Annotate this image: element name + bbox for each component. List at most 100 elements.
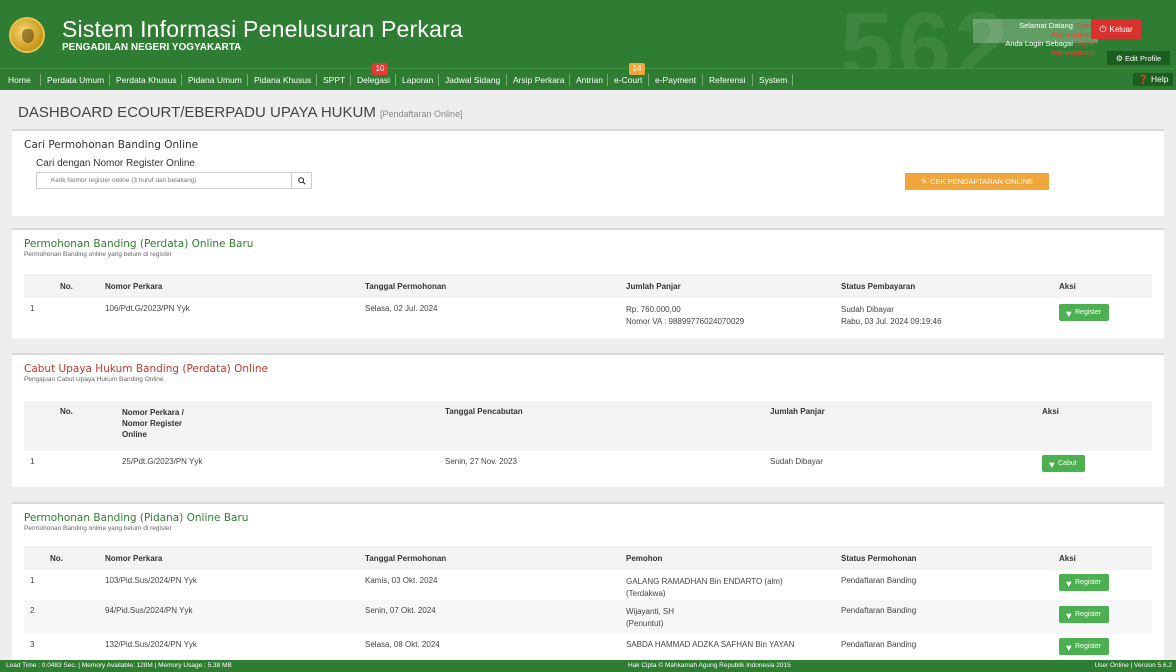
edit-profile-button[interactable]: ⚙ Edit Profile <box>1107 51 1170 65</box>
nav-item-arsip-perkara[interactable]: Arsip Perkara <box>509 69 569 91</box>
nav-item-antrian[interactable]: Antrian <box>572 69 607 91</box>
nav-item-home[interactable]: Home <box>4 69 35 91</box>
column-header: Tanggal Permohonan <box>357 546 618 570</box>
welcome-label: Selamat Datang <box>1019 21 1073 30</box>
help-label: Help <box>1150 74 1169 84</box>
app-title: Sistem Informasi Penelusuran Perkara <box>62 16 463 42</box>
row-number: 2 <box>24 600 97 634</box>
nav-item-laporan[interactable]: Laporan <box>398 69 437 91</box>
column-header: No. <box>24 274 97 298</box>
status-footer: Load Time : 0.0483 Sec. | Memory Availab… <box>0 660 1176 672</box>
column-header: Nomor Perkara <box>97 274 357 298</box>
register-button[interactable]: Register <box>1059 574 1110 591</box>
footer-version: User Online | Version 5.6.2 <box>1094 662 1172 669</box>
footer-copyright: Hak Cipta © Mahkamah Agung Republik Indo… <box>628 662 791 669</box>
send-icon <box>1065 610 1074 619</box>
register-search-input[interactable] <box>36 172 292 189</box>
page-title: DASHBOARD ECOURT/EBERPADU UPAYA HUKUM [P… <box>18 104 463 121</box>
action-cell: Register <box>1051 570 1152 600</box>
power-icon: ⏻ <box>1099 23 1107 34</box>
column-header: No. <box>24 401 114 451</box>
nav-item-perdata-khusus[interactable]: Perdata Khusus <box>112 69 180 91</box>
nav-divider <box>40 74 41 86</box>
logout-button[interactable]: ⏻ Keluar <box>1091 19 1141 39</box>
table-header-row: No. Nomor Perkara / Nomor Register Onlin… <box>24 401 1152 451</box>
table-row: 1 103/Pid.Sus/2024/PN Yyk Kamis, 03 Okt.… <box>24 570 1152 600</box>
cabut-button[interactable]: Cabut <box>1042 455 1085 472</box>
nav-divider <box>247 74 248 86</box>
nav-item-jadwal-sidang[interactable]: Jadwal Sidang <box>441 69 504 91</box>
table-header-row: No. Nomor Perkara Tanggal Permohonan Jum… <box>24 274 1152 298</box>
cabut-panel-subheading: Pengajuan Cabut Upaya Hukum Banding Onli… <box>24 376 164 383</box>
cabut-banding-panel: Cabut Upaya Hukum Banding (Perdata) Onli… <box>12 353 1164 487</box>
app-header: 562 Sistem Informasi Penelusuran Perkara… <box>0 0 1176 68</box>
perdata-banding-panel: Permohonan Banding (Perdata) Online Baru… <box>12 228 1164 339</box>
search-button[interactable] <box>292 172 312 189</box>
panjar-status: Sudah Dibayar <box>770 457 823 466</box>
page-title-tag: [Pendaftaran Online] <box>380 109 463 119</box>
case-number: 94/Pid.Sus/2024/PN Yyk <box>97 600 357 634</box>
cek-pendaftaran-label: CEK PENDAFTARAN ONLINE <box>930 177 1034 186</box>
nav-divider <box>395 74 396 86</box>
logout-label: Keluar <box>1109 24 1133 34</box>
row-number: 1 <box>30 304 35 313</box>
register-label: Register <box>1075 309 1102 316</box>
edit-profile-label: Edit Profile <box>1124 53 1162 63</box>
case-number: 25/Pdt.G/2023/PN Yyk <box>122 457 203 466</box>
register-button[interactable]: Register <box>1059 638 1110 655</box>
column-header-line: Nomor Perkara / <box>122 408 184 417</box>
case-number: 103/Pid.Sus/2024/PN Yyk <box>105 576 197 585</box>
nav-divider <box>181 74 182 86</box>
row-number: 1 <box>30 457 35 466</box>
payment-status: Sudah Dibayar <box>841 305 894 314</box>
send-icon <box>1065 578 1074 587</box>
nav-item-perdata-umum[interactable]: Perdata Umum <box>43 69 108 91</box>
column-header-line: Nomor Register <box>122 419 183 428</box>
column-header: Nomor Perkara <box>97 546 357 570</box>
applicant-role: (Penuntut) <box>626 619 664 628</box>
nav-item-pidana-khusus[interactable]: Pidana Khusus <box>250 69 315 91</box>
nav-divider <box>792 74 793 86</box>
column-header: Aksi <box>1051 274 1152 298</box>
applicant-cell: Wijayanti, SH (Penuntut) <box>618 600 833 634</box>
perdata-panel-subheading: Permohonan Banding online yang belum di … <box>24 251 172 258</box>
applicant-cell: GALANG RAMADHAN Bin ENDARTO (alm) (Terda… <box>618 570 833 600</box>
cabut-banding-table: No. Nomor Perkara / Nomor Register Onlin… <box>24 401 1152 481</box>
action-cell: Cabut <box>1034 451 1152 481</box>
nav-item-sppt[interactable]: SPPT <box>319 69 349 91</box>
table-row: 1 25/Pdt.G/2023/PN Yyk Senin, 27 Nov. 20… <box>24 451 1152 481</box>
edit-icon: ✎ <box>920 177 928 186</box>
column-header: Status Pembayaran <box>833 274 1051 298</box>
search-icon <box>297 176 306 185</box>
nav-item-delegasi[interactable]: Delegasi 10 <box>353 63 394 91</box>
nav-item-pidana-umum[interactable]: Pidana Umum <box>184 69 246 91</box>
panjar-cell: Rp. 760.000,00 Nomor VA : 98899776024070… <box>618 298 833 334</box>
nav-divider <box>607 74 608 86</box>
court-name: PENGADILAN NEGERI YOGYAKARTA <box>62 42 242 53</box>
request-date: Selasa, 02 Jul. 2024 <box>365 304 438 313</box>
register-button[interactable]: Register <box>1059 304 1110 321</box>
cabut-label: Cabut <box>1058 460 1077 467</box>
nav-item-epayment[interactable]: e-Payment <box>651 69 700 91</box>
cek-pendaftaran-button[interactable]: ✎ CEK PENDAFTARAN ONLINE <box>905 173 1049 190</box>
perdata-panel-heading: Permohonan Banding (Perdata) Online Baru <box>24 238 254 250</box>
register-button[interactable]: Register <box>1059 606 1110 623</box>
nav-item-referensi[interactable]: Referensi <box>705 69 749 91</box>
register-label: Register <box>1075 579 1102 586</box>
nav-item-ecourt[interactable]: e-Court 14 <box>610 63 646 91</box>
court-logo <box>9 17 45 53</box>
ecourt-count-badge: 14 <box>629 63 645 75</box>
virtual-account: Nomor VA : 98899776024070029 <box>626 317 745 326</box>
help-button[interactable]: ❓ Help <box>1133 73 1174 86</box>
applicant-name: GALANG RAMADHAN Bin ENDARTO (alm) <box>626 577 783 586</box>
column-header: Jumlah Panjar <box>762 401 1034 451</box>
nav-divider <box>648 74 649 86</box>
panjar-amount: Rp. 760.000,00 <box>626 305 681 314</box>
column-header: Aksi <box>1034 401 1152 451</box>
delegasi-count-badge: 10 <box>372 63 388 75</box>
gear-icon: ⚙ <box>1115 53 1123 63</box>
main-nav: Home Perdata Umum Perdata Khusus Pidana … <box>0 63 1176 91</box>
nav-item-system[interactable]: System <box>755 69 791 91</box>
payment-status-cell: Sudah Dibayar Rabu, 03 Jul. 2024 09:19:4… <box>833 298 1051 334</box>
welcome-box: Selamat Datang Super Administrator Anda … <box>973 19 1098 57</box>
